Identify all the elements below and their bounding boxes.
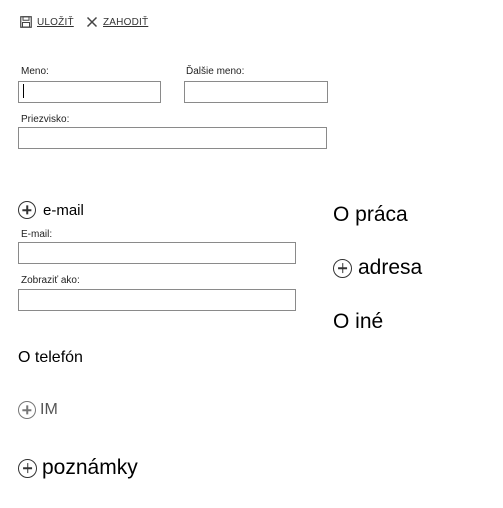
plus-circle-icon <box>333 258 352 278</box>
im-section-label: IM <box>40 401 58 418</box>
notes-section-label: poznámky <box>42 456 138 479</box>
email-label: E-mail: <box>21 229 53 240</box>
plus-circle-icon <box>18 201 36 219</box>
work-section-header[interactable]: O práca <box>333 203 408 227</box>
email-field[interactable] <box>18 242 296 264</box>
plus-circle-icon <box>18 401 36 419</box>
discard-label: ZAHODIŤ <box>103 16 149 28</box>
other-section-header[interactable]: O iné <box>333 310 383 334</box>
first-name-field-wrap <box>18 81 161 103</box>
close-x-icon <box>86 16 98 28</box>
save-label: ULOŽIŤ <box>37 16 74 28</box>
middle-name-field[interactable] <box>184 81 328 103</box>
im-section-header[interactable]: IM <box>18 401 58 419</box>
email-section-header[interactable]: e-mail <box>18 201 84 219</box>
display-as-field[interactable] <box>18 289 296 311</box>
phone-section-label: O telefón <box>18 349 83 366</box>
address-section-header[interactable]: adresa <box>333 256 422 280</box>
display-as-label: Zobraziť ako: <box>21 275 80 286</box>
other-section-label: O iné <box>333 310 384 333</box>
discard-button[interactable]: ZAHODIŤ <box>86 13 148 31</box>
address-section-label: adresa <box>358 256 423 279</box>
last-name-field[interactable] <box>18 127 327 149</box>
first-name-field[interactable] <box>18 81 161 103</box>
work-section-label: O práca <box>333 203 408 226</box>
middle-name-label: Ďalšie meno: <box>186 66 245 77</box>
email-section-label: e-mail <box>43 201 84 219</box>
last-name-label: Priezvisko: <box>21 114 70 125</box>
notes-section-header[interactable]: poznámky <box>18 456 138 480</box>
first-name-label: Meno: <box>21 66 49 77</box>
plus-circle-icon <box>18 458 37 478</box>
text-caret <box>23 84 24 98</box>
save-button[interactable]: ULOŽIŤ <box>20 13 74 31</box>
phone-section-header[interactable]: O telefón <box>18 349 83 367</box>
floppy-disk-icon <box>20 16 32 28</box>
